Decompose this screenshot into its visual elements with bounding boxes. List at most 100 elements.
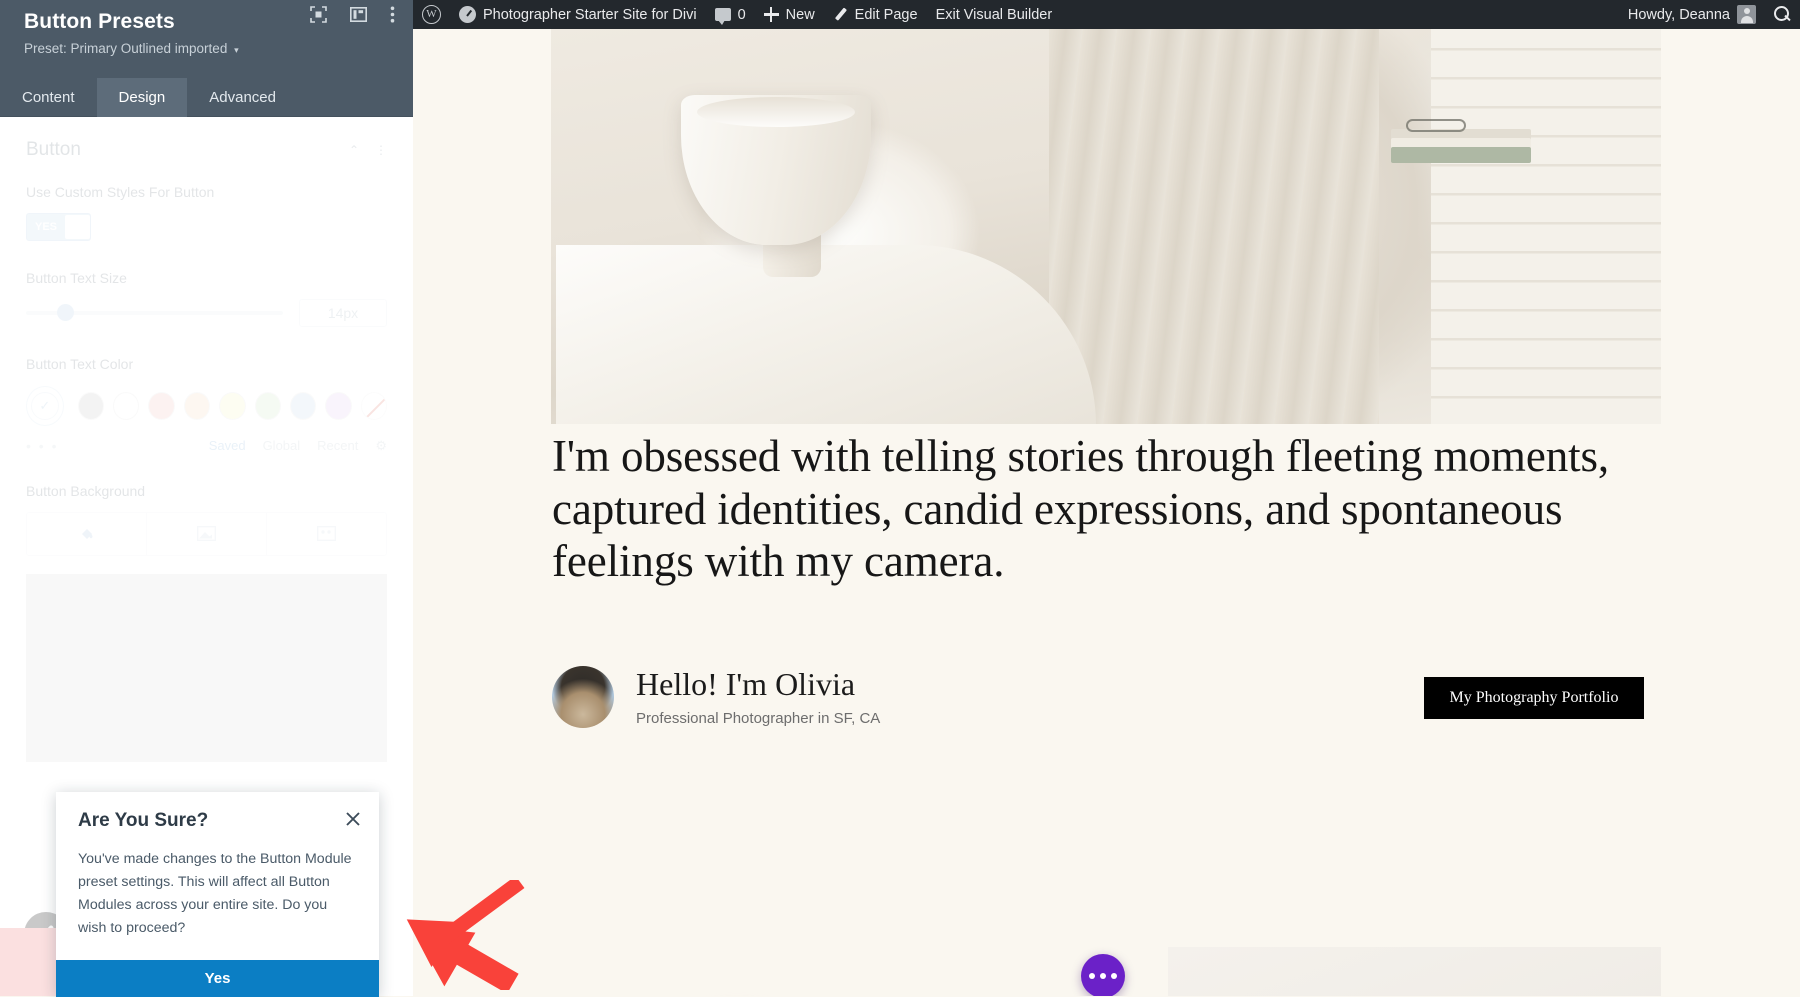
modal-title: Are You Sure? [78,810,357,832]
site-name-menu[interactable]: Photographer Starter Site for Divi [450,0,706,29]
edit-page-label: Edit Page [855,7,918,23]
panel-more-options-icon[interactable] [390,6,395,28]
author-name: Hello! I'm Olivia [636,667,880,702]
background-tab-color[interactable] [27,513,147,555]
pencil-icon [833,7,848,22]
text-size-input[interactable]: 14px [299,299,387,327]
lower-image-left [552,947,1075,996]
toggle-knob [65,215,90,239]
text-size-slider-row: 14px [26,299,387,327]
dashboard-icon [459,6,476,23]
color-tab-saved[interactable]: Saved [209,438,246,453]
slider-handle[interactable] [57,304,74,321]
panel-layout-icon[interactable] [350,7,367,27]
modal-body-text: You've made changes to the Button Module… [78,848,357,940]
search-button[interactable] [1765,0,1800,29]
color-tab-global[interactable]: Global [263,438,301,453]
new-label: New [786,7,815,23]
background-type-tabs [26,512,387,556]
comment-bubble-icon [715,8,731,21]
chevron-down-icon: ▾ [234,45,239,55]
color-tab-recent[interactable]: Recent [317,438,358,453]
field-button-text-size: Button Text Size 14px [26,269,387,327]
custom-styles-toggle[interactable]: YES [26,213,91,241]
color-swatch[interactable] [325,392,351,420]
new-content-menu[interactable]: New [755,0,824,29]
dot-icon [1100,973,1106,979]
panel-settings-dimmed: Button ⌃ ⋮ Use Custom Styles For Button … [0,117,413,762]
edit-page-link[interactable]: Edit Page [824,0,927,29]
close-icon[interactable] [342,808,364,830]
page-preview: I'm obsessed with telling stories throug… [413,29,1800,996]
tab-design[interactable]: Design [97,78,188,117]
no-color-swatch[interactable] [361,392,387,420]
color-swatch[interactable] [78,392,104,420]
hero-cloth-detail [1049,29,1379,424]
field-use-custom-styles: Use Custom Styles For Button YES [26,183,387,241]
background-preview[interactable] [26,574,387,762]
color-swatch-row: ✓ [26,386,387,426]
hero-books-detail [1391,147,1531,163]
floating-options-button[interactable] [1081,954,1125,996]
field-button-text-color: Button Text Color ✓ • • • [26,355,387,453]
dot-icon [1089,973,1095,979]
my-account-menu[interactable]: Howdy, Deanna [1619,0,1765,29]
site-title: Photographer Starter Site for Divi [483,7,697,23]
color-swatch[interactable] [290,392,316,420]
color-swatch[interactable] [184,392,210,420]
section-controls: ⌃ ⋮ [349,143,387,157]
wordpress-logo-icon [422,5,441,24]
field-label: Use Custom Styles For Button [26,183,387,201]
color-swatch[interactable] [113,392,139,420]
preset-label: Preset: Primary Outlined imported [24,41,227,56]
exit-builder-label: Exit Visual Builder [936,7,1053,23]
portfolio-button[interactable]: My Photography Portfolio [1424,677,1644,719]
section-title: Button [26,139,81,161]
author-block: Hello! I'm Olivia Professional Photograp… [552,666,880,728]
hero-marble-table-detail [556,245,1096,424]
field-button-background: Button Background [26,482,387,762]
plus-icon [764,7,779,22]
hero-image [551,29,1661,424]
comment-count: 0 [738,7,746,23]
hero-glasses-detail [1406,119,1466,132]
confirm-yes-button[interactable]: Yes [56,960,379,997]
selected-color-swatch[interactable]: ✓ [26,386,64,426]
search-icon [1774,6,1791,23]
comments-menu[interactable]: 0 [706,0,755,29]
wp-admin-bar: Photographer Starter Site for Divi 0 New… [413,0,1800,29]
tab-advanced[interactable]: Advanced [187,78,298,117]
lower-image-right [1168,947,1661,996]
color-swatch[interactable] [148,392,174,420]
hero-bowl-detail [681,95,871,245]
panel-header: Button Presets Preset: Primary Outlined … [0,0,413,78]
hero-brick-wall-detail [1431,29,1661,424]
background-tab-gradient[interactable] [147,513,267,555]
preset-selector[interactable]: Preset: Primary Outlined imported ▾ [24,41,395,56]
tab-content[interactable]: Content [0,78,97,117]
color-swatch[interactable] [219,392,245,420]
gear-icon[interactable]: ⚙ [375,438,387,454]
chevron-up-icon[interactable]: ⌃ [349,143,359,157]
user-avatar-icon [1737,5,1756,24]
confirmation-modal: Are You Sure? You've made changes to the… [56,792,379,997]
color-swatch[interactable] [255,392,281,420]
dot-icon [1111,973,1117,979]
howdy-label: Howdy, Deanna [1628,7,1730,23]
section-more-icon[interactable]: ⋮ [375,143,387,157]
modal-content: Are You Sure? You've made changes to the… [56,792,379,960]
author-role: Professional Photographer in SF, CA [636,710,880,727]
text-size-slider[interactable] [26,311,283,315]
checkmark-icon: ✓ [31,392,59,420]
panel-header-actions [310,6,395,28]
field-label: Button Background [26,482,387,500]
focus-target-icon[interactable] [310,6,327,28]
background-tab-image[interactable] [267,513,386,555]
page-headline: I'm obsessed with telling stories throug… [552,430,1652,588]
swatch-overflow-icon[interactable]: • • • [26,438,58,454]
wp-logo-menu[interactable] [413,0,450,29]
section-button-header[interactable]: Button ⌃ ⋮ [26,139,387,161]
color-source-tabs: • • • Saved Global Recent ⚙ [26,438,387,454]
exit-visual-builder-link[interactable]: Exit Visual Builder [927,0,1062,29]
field-label: Button Text Size [26,269,387,287]
